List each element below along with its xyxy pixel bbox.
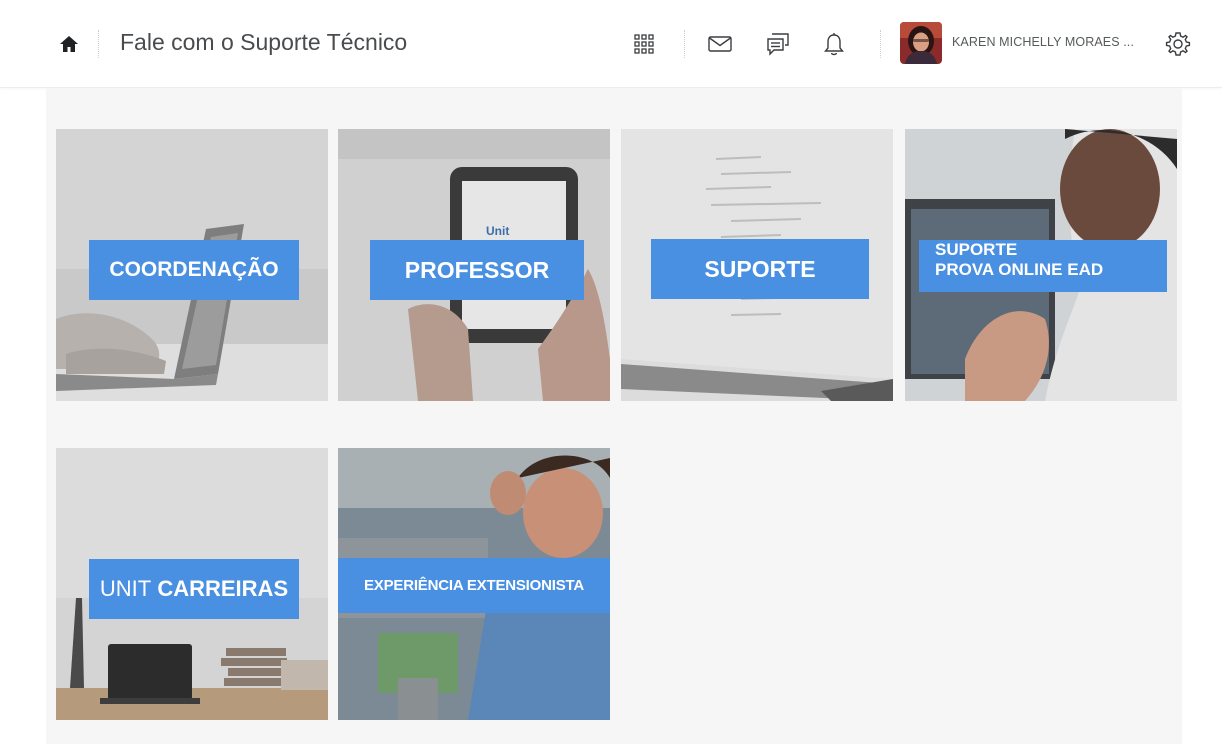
- tile-label-line2: PROVA ONLINE EAD: [935, 260, 1104, 279]
- tile-label: COORDENAÇÃO: [89, 240, 299, 300]
- tile-label: SUPORTE PROVA ONLINE EAD: [919, 240, 1167, 292]
- tile-suporte-prova-online-ead[interactable]: SUPORTE PROVA ONLINE EAD: [905, 129, 1177, 401]
- home-icon[interactable]: [58, 33, 80, 55]
- top-navigation-bar: Fale com o Suporte Técnico KAREN MICHELL…: [0, 0, 1222, 88]
- content-area: COORDENAÇÃO Unit PROFESSOR SUPORTE SUPOR…: [46, 88, 1182, 744]
- avatar[interactable]: [900, 22, 942, 64]
- chat-icon[interactable]: [762, 28, 794, 60]
- grid-icon[interactable]: [628, 28, 660, 60]
- tile-label: UNIT CARREIRAS: [89, 559, 299, 619]
- divider: [880, 30, 881, 58]
- tile-professor[interactable]: Unit PROFESSOR: [338, 129, 610, 401]
- tile-unit-carreiras[interactable]: UNIT CARREIRAS: [56, 448, 328, 720]
- divider: [98, 30, 99, 58]
- tile-experiencia-extensionista[interactable]: EXPERIÊNCIA EXTENSIONISTA: [338, 448, 610, 720]
- tile-label-bold: CARREIRAS: [157, 576, 289, 601]
- tile-coordenacao[interactable]: COORDENAÇÃO: [56, 129, 328, 401]
- tile-label: EXPERIÊNCIA EXTENSIONISTA: [338, 558, 610, 613]
- tile-label: PROFESSOR: [370, 240, 584, 300]
- user-name[interactable]: KAREN MICHELLY MORAES ...: [952, 35, 1134, 49]
- tablet-brand-text: Unit: [486, 224, 509, 238]
- tile-label-light: UNIT: [99, 576, 152, 601]
- tile-suporte[interactable]: SUPORTE: [621, 129, 893, 401]
- page-title: Fale com o Suporte Técnico: [120, 29, 408, 55]
- gear-icon[interactable]: [1162, 28, 1194, 60]
- tile-label: SUPORTE: [651, 239, 869, 299]
- mail-icon[interactable]: [704, 28, 736, 60]
- divider: [684, 30, 685, 58]
- tile-label-line1: SUPORTE: [935, 240, 1018, 259]
- bell-icon[interactable]: [818, 28, 850, 60]
